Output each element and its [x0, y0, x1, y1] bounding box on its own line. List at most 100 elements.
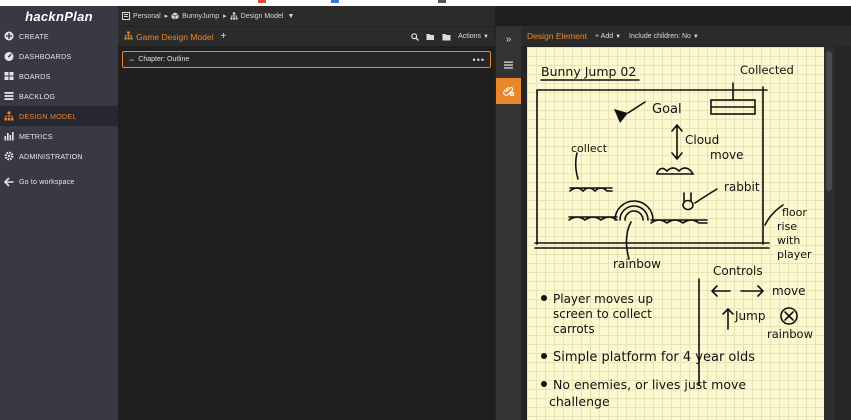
chapter-outline-item[interactable]: − Chapter: Outline •••: [122, 51, 491, 68]
bullet-1-line-3: carrots: [553, 322, 595, 336]
bullet-3-line-1: No enemies, or lives just move: [553, 377, 746, 392]
sidebar-item-backlog[interactable]: BACKLOG: [0, 86, 118, 106]
label-cloud: Cloud: [685, 133, 719, 147]
up-arrow: [722, 307, 734, 330]
ground-platform-right: [650, 219, 708, 224]
actions-dropdown[interactable]: Actions ▼: [458, 33, 489, 40]
sidebar-item-design-model[interactable]: DESIGN MODEL: [0, 106, 118, 126]
caret-down-icon: ▼: [287, 12, 295, 20]
go-to-workspace-label: Go to workspace: [19, 178, 75, 186]
scrollbar-thumb[interactable]: [826, 51, 832, 191]
label-floor-1: floor: [782, 206, 807, 219]
design-element-header: Design Element + Add ▼ Include children:…: [521, 26, 851, 46]
gear-icon: [3, 150, 15, 162]
breadcrumb-separator-icon: ▸: [164, 13, 169, 20]
rabbit-eye: [685, 203, 687, 205]
sidebar-item-administration[interactable]: ADMINISTRATION: [0, 146, 118, 166]
sidebar-item-label: CREATE: [19, 31, 49, 41]
sidebar-item-label: ADMINISTRATION: [19, 151, 83, 161]
attachments-button[interactable]: [496, 78, 521, 104]
breadcrumb-project[interactable]: BunnyJump: [171, 12, 219, 20]
design-element-scrollbar[interactable]: [824, 47, 834, 420]
sketch-drawing: Bunny Jump 02 Collected Goal Cloud move …: [534, 63, 813, 409]
right-arrow: [740, 285, 764, 297]
caret-down-icon: ▼: [483, 33, 489, 40]
ground-platform-left: [568, 216, 618, 221]
expand-panel-button[interactable]: »: [496, 26, 521, 52]
bullet-2: Simple platform for 4 year olds: [553, 350, 755, 365]
add-dropdown[interactable]: + Add ▼: [595, 33, 621, 40]
menu-button[interactable]: [496, 52, 521, 78]
collapse-icon[interactable]: −: [129, 55, 134, 65]
cloud-arrow: [671, 123, 683, 161]
bullet-1-line-1: Player moves up: [553, 292, 653, 306]
sketch-title: Bunny Jump 02: [541, 64, 636, 79]
double-chevron-right-icon: »: [505, 33, 512, 45]
go-to-workspace-link[interactable]: Go to workspace: [0, 172, 118, 192]
label-floor-2: rise: [777, 220, 797, 233]
include-children-dropdown[interactable]: Include children: No ▼: [629, 33, 699, 40]
gdm-header: Game Design Model + Actions ▼: [118, 26, 495, 46]
floor-lines: [534, 242, 770, 249]
paperclip-icon: [502, 86, 514, 97]
sidebar-item-label: BOARDS: [19, 71, 51, 81]
folder-open-icon[interactable]: [426, 33, 435, 41]
label-ctrl-move: move: [772, 284, 806, 298]
list-icon: [3, 90, 15, 102]
label-rabbit: rabbit: [724, 180, 760, 194]
label-goal: Goal: [652, 102, 682, 117]
sidebar-item-label: DASHBOARDS: [19, 51, 72, 61]
sidebar-item-label: DESIGN MODEL: [19, 111, 77, 121]
caret-down-icon: ▼: [692, 33, 699, 40]
panel-toggle-strip: »: [495, 26, 521, 420]
label-collect: collect: [571, 142, 608, 155]
plus-circle-icon: [3, 30, 15, 42]
label-ctrl-rainbow: rainbow: [767, 327, 813, 341]
collect-pointer: [574, 152, 579, 180]
caret-down-icon: ▼: [615, 33, 622, 40]
tab-color-mark: [258, 0, 266, 3]
label-collected: Collected: [740, 63, 794, 77]
label-cloud-move: move: [710, 148, 744, 162]
hierarchy-icon: [230, 12, 238, 20]
breadcrumb: Personal ▸ BunnyJump ▸ Design Model ▼: [118, 6, 495, 26]
folder-icon[interactable]: [442, 33, 451, 41]
cloud-platform: [656, 167, 695, 175]
chapter-label: Chapter: Outline: [138, 56, 190, 63]
bullet-dot-2: [541, 353, 547, 359]
collect-platform: [569, 187, 613, 193]
goal-flag: [614, 109, 628, 123]
tab-color-mark: [331, 0, 339, 3]
collected-pointer: [710, 82, 756, 108]
gdm-tree-panel: − Chapter: Outline •••: [118, 46, 495, 420]
sidebar-item-dashboards[interactable]: DASHBOARDS: [0, 46, 118, 66]
rabbit-pointer: [694, 188, 718, 204]
breadcrumb-workspace[interactable]: Personal: [122, 12, 161, 20]
sidebar-item-metrics[interactable]: METRICS: [0, 126, 118, 146]
sidebar-item-create[interactable]: CREATE: [0, 26, 118, 46]
arrow-left-icon: [3, 176, 15, 188]
bullet-dot-1: [541, 295, 547, 301]
design-element-panel: Bunny Jump 02 Collected Goal Cloud move …: [521, 46, 851, 420]
more-options-icon[interactable]: •••: [473, 55, 485, 65]
gdm-toolbar: Actions ▼: [404, 32, 489, 41]
label-floor-4: player: [777, 248, 812, 261]
design-element-title: Design Element: [527, 31, 588, 41]
tab-color-mark: [438, 0, 446, 3]
sidebar-item-boards[interactable]: BOARDS: [0, 66, 118, 86]
bullet-dot-3: [541, 381, 547, 387]
board-icon: [122, 12, 130, 20]
breadcrumb-section[interactable]: Design Model ▼: [230, 12, 295, 20]
label-controls: Controls: [713, 264, 763, 278]
app-logo[interactable]: hacknPlan: [0, 6, 118, 26]
bar-chart-icon: [3, 130, 15, 142]
add-element-button[interactable]: +: [220, 31, 226, 42]
hierarchy-icon: [3, 110, 15, 122]
label-jump: Jump: [734, 309, 765, 323]
sidebar: hacknPlan CREATE DASHBOARDS BOARDS BACKL…: [0, 6, 118, 420]
rainbow-button-x: [784, 311, 794, 321]
left-arrow: [711, 285, 731, 297]
goal-pointer: [627, 101, 646, 114]
search-icon[interactable]: [411, 32, 420, 41]
boards-icon: [3, 70, 15, 82]
